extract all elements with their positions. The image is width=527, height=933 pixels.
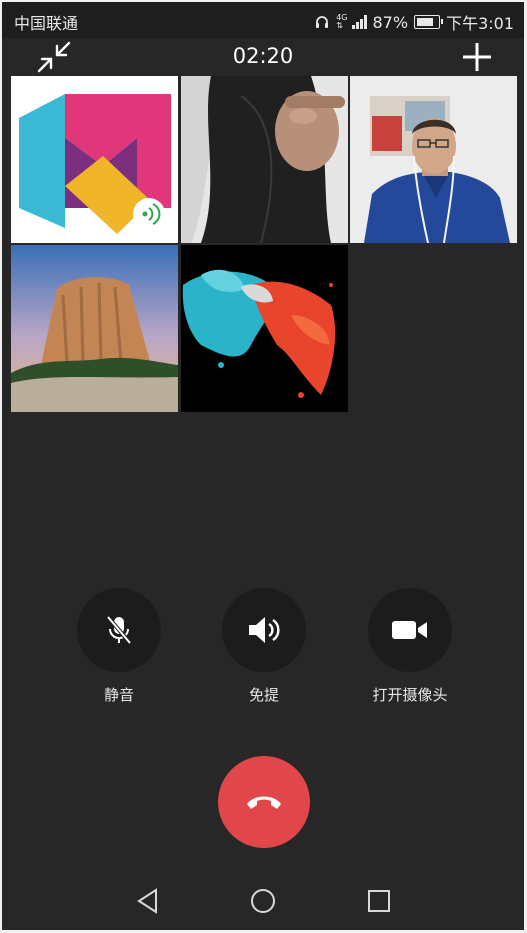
camera-label: 打开摄像头: [372, 686, 448, 704]
speaker-button[interactable]: [222, 588, 306, 672]
app-logo-avatar: [19, 94, 171, 234]
plus-icon: [463, 43, 491, 71]
system-nav-bar: [2, 874, 524, 930]
back-triangle-icon: [137, 888, 157, 914]
call-duration: 02:20: [232, 44, 294, 68]
mute-label: 静音: [103, 686, 134, 704]
speaker-label: 免提: [248, 686, 279, 704]
video-feed-person: [350, 76, 517, 243]
back-button[interactable]: [133, 886, 163, 916]
participant-tile-2[interactable]: [181, 76, 348, 243]
participant-tile-4[interactable]: [11, 245, 178, 412]
hangup-button[interactable]: [218, 756, 310, 848]
call-screen: 中国联通 4G ⇅ 87% 下午3:01 02:20 静音 免提 打开摄像头: [2, 2, 524, 930]
participant-tile-3[interactable]: [350, 76, 517, 243]
carrier-name: 中国联通: [14, 14, 79, 33]
call-header: 02:20: [2, 38, 524, 76]
phone-hangup-icon: [247, 796, 281, 809]
camera-button[interactable]: [368, 588, 452, 672]
status-bar: 中国联通 4G ⇅ 87% 下午3:01: [2, 2, 524, 38]
signal-icon: [351, 15, 367, 29]
mute-button[interactable]: [77, 588, 161, 672]
paint-splash-avatar: [181, 245, 348, 412]
battery-icon: [414, 15, 444, 29]
recents-square-icon: [368, 890, 390, 912]
mic-off-icon: [106, 615, 132, 645]
participant-tile-5[interactable]: [181, 245, 348, 412]
camera-control: 打开摄像头: [340, 588, 480, 705]
home-button[interactable]: [248, 886, 278, 916]
landscape-avatar: [11, 245, 178, 412]
home-circle-icon: [251, 889, 275, 913]
participant-grid: [11, 76, 518, 412]
headset-icon: [316, 16, 329, 28]
battery-fill: [417, 18, 434, 26]
clock: 下午3:01: [446, 14, 514, 33]
network-activity: ⇅: [336, 21, 343, 30]
status-indicators: 4G ⇅ 87% 下午3:01: [314, 10, 514, 34]
battery-percent: 87%: [372, 12, 409, 32]
video-camera-icon: [392, 621, 427, 639]
mute-control: 静音: [49, 588, 189, 705]
video-feed-seat: [181, 76, 348, 243]
network-type: 4G ⇅: [336, 14, 347, 30]
add-participant-button[interactable]: [462, 42, 492, 72]
speaker-icon: [249, 617, 280, 643]
speaker-control: 免提: [194, 588, 334, 705]
recents-button[interactable]: [364, 886, 394, 916]
participant-tile-1[interactable]: [11, 76, 178, 243]
